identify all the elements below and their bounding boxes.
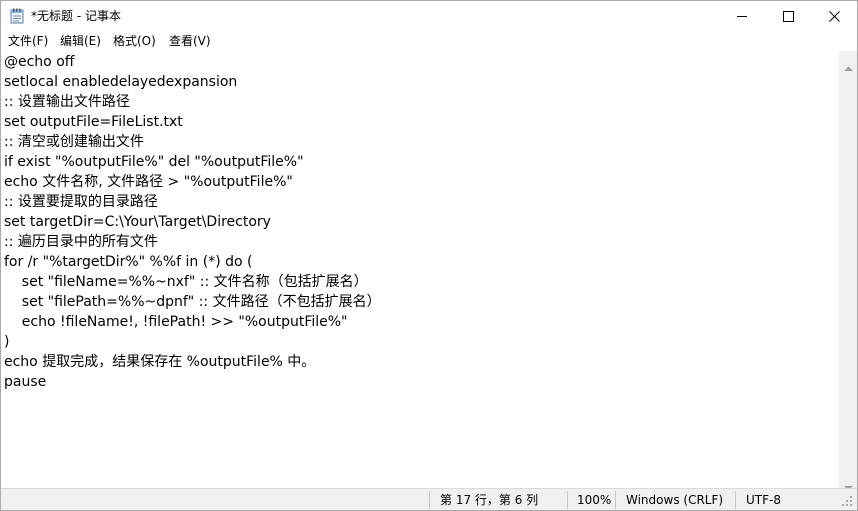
editor-line: if exist "%outputFile%" del "%outputFile… [4, 154, 304, 170]
editor-line: :: 设置输出文件路径 [4, 94, 130, 110]
maximize-button[interactable] [765, 1, 811, 31]
minimize-button[interactable] [719, 1, 765, 31]
editor-line: :: 遍历目录中的所有文件 [4, 234, 158, 250]
menu-edit[interactable]: 编辑(E) [60, 33, 101, 49]
editor-line: :: 清空或创建输出文件 [4, 134, 144, 150]
vertical-scrollbar[interactable] [839, 51, 857, 491]
editor-line: set "filePath=%%~dpnf" :: 文件路径（不包括扩展名） [4, 294, 381, 310]
editor-line: ) [4, 334, 10, 350]
resize-grip-icon[interactable] [841, 495, 853, 510]
editor-line: :: 设置要提取的目录路径 [4, 194, 158, 210]
notepad-window: *无标题 - 记事本 文件(F) 编辑(E) 格式(O) 查看(V) @echo… [0, 0, 858, 511]
status-divider [735, 491, 736, 509]
editor-line: echo 文件名称, 文件路径 > "%outputFile%" [4, 174, 293, 190]
editor-line: set "fileName=%%~nxf" :: 文件名称（包括扩展名） [4, 274, 368, 290]
menu-file[interactable]: 文件(F) [8, 33, 48, 49]
close-button[interactable] [811, 1, 857, 31]
minimize-icon [736, 11, 748, 22]
close-icon [828, 10, 840, 22]
editor-line: set targetDir=C:\Your\Target\Directory [4, 214, 271, 230]
editor-line: echo 提取完成，结果保存在 %outputFile% 中。 [4, 354, 316, 370]
editor-line: pause [4, 374, 47, 390]
window-title: *无标题 - 记事本 [31, 9, 121, 23]
menu-bar: 文件(F) 编辑(E) 格式(O) 查看(V) [1, 31, 857, 51]
status-divider [567, 491, 568, 509]
status-divider [615, 491, 616, 509]
line-ending: Windows (CRLF) [626, 493, 724, 507]
editor-line: @echo off [4, 54, 75, 70]
editor-line: setlocal enabledelayedexpansion [4, 74, 238, 90]
editor-line: echo !fileName!, !filePath! >> "%outputF… [4, 314, 348, 330]
cursor-position: 第 17 行，第 6 列 [440, 493, 539, 507]
menu-view[interactable]: 查看(V) [169, 33, 211, 49]
status-divider [429, 491, 430, 509]
editor-line: set outputFile=FileList.txt [4, 114, 183, 130]
zoom-level: 100% [577, 493, 612, 507]
status-bar: 第 17 行，第 6 列 100% Windows (CRLF) UTF-8 [1, 488, 857, 510]
text-editor[interactable]: @echo off setlocal enabledelayedexpansio… [1, 51, 839, 488]
title-bar[interactable]: *无标题 - 记事本 [1, 1, 857, 31]
maximize-icon [782, 10, 794, 22]
menu-format[interactable]: 格式(O) [113, 33, 156, 49]
scroll-up-arrow-icon[interactable] [844, 57, 853, 76]
encoding: UTF-8 [746, 493, 781, 507]
editor-line: for /r "%targetDir%" %%f in (*) do ( [4, 254, 253, 270]
notepad-icon [10, 8, 24, 24]
